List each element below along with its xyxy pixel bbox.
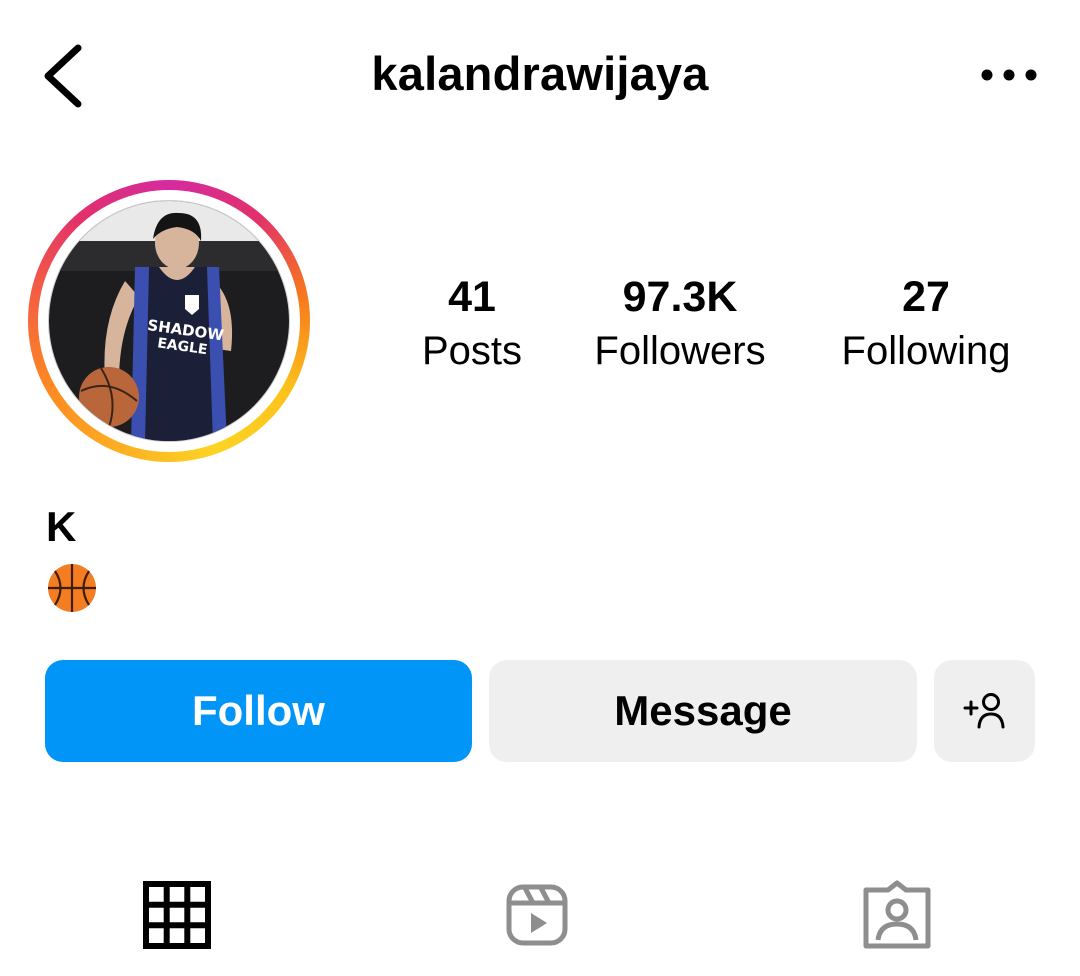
follow-button[interactable]: Follow bbox=[45, 660, 472, 762]
tagged-icon bbox=[863, 880, 931, 949]
avatar[interactable]: SHADOW EAGLE bbox=[48, 200, 290, 442]
tab-tagged[interactable] bbox=[852, 870, 942, 960]
more-options-button[interactable] bbox=[978, 60, 1040, 90]
suggested-accounts-button[interactable] bbox=[934, 660, 1035, 762]
followers-count-value: 97.3K bbox=[622, 273, 738, 321]
tab-reels[interactable] bbox=[492, 870, 582, 960]
following-count-label: Following bbox=[841, 329, 1011, 373]
reels-icon bbox=[506, 884, 568, 946]
following-count-value: 27 bbox=[902, 273, 950, 321]
add-person-icon bbox=[963, 693, 1004, 729]
basketball-icon bbox=[46, 562, 98, 614]
profile-photo: SHADOW EAGLE bbox=[49, 201, 289, 441]
message-button[interactable]: Message bbox=[489, 660, 917, 762]
following-count[interactable]: 27 Following bbox=[820, 272, 1032, 380]
more-horizontal-icon bbox=[981, 69, 1037, 81]
profile-username: kalandrawijaya bbox=[371, 47, 709, 100]
followers-count-label: Followers bbox=[594, 329, 766, 373]
posts-count[interactable]: 41 Posts bbox=[392, 272, 552, 380]
posts-count-value: 41 bbox=[448, 273, 496, 321]
followers-count[interactable]: 97.3K Followers bbox=[572, 272, 788, 380]
grid-icon bbox=[143, 881, 211, 949]
tab-posts-grid[interactable] bbox=[132, 870, 222, 960]
profile-name: K bbox=[46, 503, 77, 550]
posts-count-label: Posts bbox=[421, 329, 523, 373]
